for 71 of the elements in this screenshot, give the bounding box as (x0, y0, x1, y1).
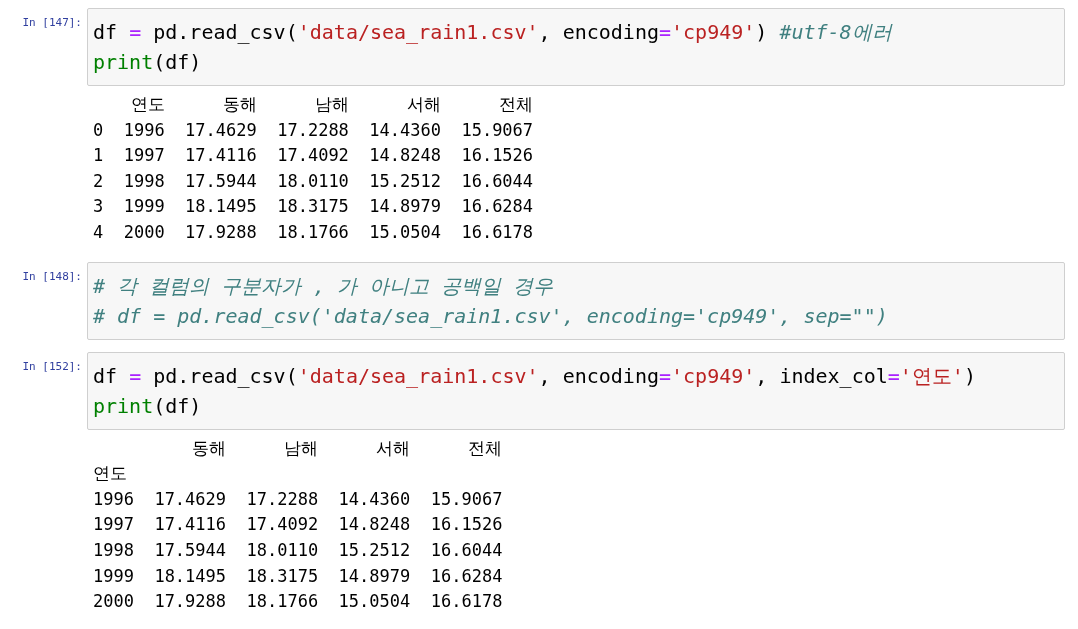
table-cell-text: 14.8248 (337, 513, 411, 537)
table-cell-text: 1999 (122, 195, 165, 219)
table-cell-text: 18.1495 (153, 564, 227, 588)
row-index: 2 (93, 169, 104, 193)
table-cell-text: 18.1495 (184, 195, 257, 219)
table-cell-text: 18.3175 (245, 564, 319, 588)
table-cell-text: 1997 (122, 144, 165, 168)
table-cell-text: 17.5944 (153, 538, 227, 562)
table-cell-text: 16.6044 (460, 169, 534, 193)
row-index: 2000 (93, 590, 134, 614)
input-prompt: In [152]: (21, 358, 83, 373)
column-header: 서해 (405, 93, 441, 116)
column-header: 남해 (283, 436, 319, 460)
column-header: 남해 (313, 93, 349, 116)
column-header: 서해 (375, 436, 411, 460)
input-prompt: In [147]: (21, 15, 83, 29)
column-header: 연도 (129, 93, 165, 116)
table-cell-text: 15.2512 (337, 538, 411, 562)
code-editor[interactable]: df = pd.read_csv('data/sea_rain1.csv', encoding='cp949', index_col='연도') print(df) (87, 351, 1065, 430)
table-cell-text: 17.4092 (245, 513, 319, 537)
table-cell-text: 17.4629 (184, 118, 257, 142)
row-index: 1996 (93, 487, 134, 511)
table-cell-text: 17.4092 (276, 144, 349, 168)
table-cell-text: 1996 (122, 118, 165, 142)
table-cell-text: 18.1766 (245, 590, 319, 614)
table-cell-text: 17.9288 (153, 590, 227, 614)
table-cell-text: 18.3175 (276, 195, 349, 219)
row-index: 1997 (93, 513, 134, 537)
column-header: 전체 (467, 436, 503, 460)
table-cell-text: 15.9067 (460, 118, 534, 142)
table-cell-text: 14.4360 (337, 487, 411, 511)
row-index: 1998 (93, 538, 134, 562)
table-cell-text: 1998 (122, 169, 165, 193)
table-cell-text: 14.8979 (368, 195, 441, 219)
column-header: 전체 (498, 93, 534, 116)
row-index: 3 (93, 195, 104, 219)
table-cell-text: 17.4116 (153, 513, 227, 537)
input-prompt: In [148]: (21, 268, 83, 283)
table-cell-text: 18.0110 (276, 169, 349, 193)
table-cell-text: 16.6044 (429, 538, 503, 562)
table-cell-text: 16.6178 (460, 220, 534, 244)
table-cell-text: 15.9067 (429, 487, 503, 511)
table-cell-text: 14.4360 (368, 118, 441, 142)
table-cell-text: 16.6284 (429, 564, 503, 588)
table-cell-text: 17.4116 (184, 144, 257, 168)
table-cell-text: 17.2288 (245, 487, 319, 511)
table-cell-text: 2000 (122, 220, 165, 244)
column-header: 동해 (191, 436, 227, 460)
table-cell-text: 17.9288 (184, 220, 257, 244)
table-cell-text: 15.0504 (368, 220, 441, 244)
table-cell-text: 15.0504 (337, 590, 411, 614)
table-cell-text: 17.5944 (184, 169, 257, 193)
table-cell-text: 17.4629 (153, 487, 227, 511)
row-index: 1999 (93, 564, 134, 588)
table-cell-text: 17.2288 (276, 118, 349, 142)
table-cell-text: 18.0110 (245, 538, 319, 562)
table-cell-text: 16.6178 (429, 590, 503, 614)
row-index: 4 (93, 220, 104, 244)
table-cell-text: 16.1526 (429, 513, 503, 537)
index-name: 연도 (93, 462, 128, 486)
row-index: 1 (93, 144, 104, 168)
table-cell-text: 18.1766 (276, 220, 349, 244)
row-index: 0 (93, 118, 104, 142)
table-cell-text: 16.1526 (460, 144, 534, 168)
table-cell-text: 14.8248 (368, 144, 441, 168)
column-header: 동해 (221, 93, 257, 116)
table-cell-text: 16.6284 (460, 195, 534, 219)
table-cell-text: 15.2512 (368, 169, 441, 193)
table-cell-text: 14.8979 (337, 564, 411, 588)
code-editor[interactable]: df = pd.read_csv('data/sea_rain1.csv', encoding='cp949') #utf-8에러 print(df) (87, 8, 1065, 86)
code-editor[interactable]: # 각 컬럼의 구분자가 , 가 아니고 공백일 경우 # df = pd.read_csv('data/sea_rain1.csv', encoding='cp949', sep="") (87, 261, 1065, 340)
